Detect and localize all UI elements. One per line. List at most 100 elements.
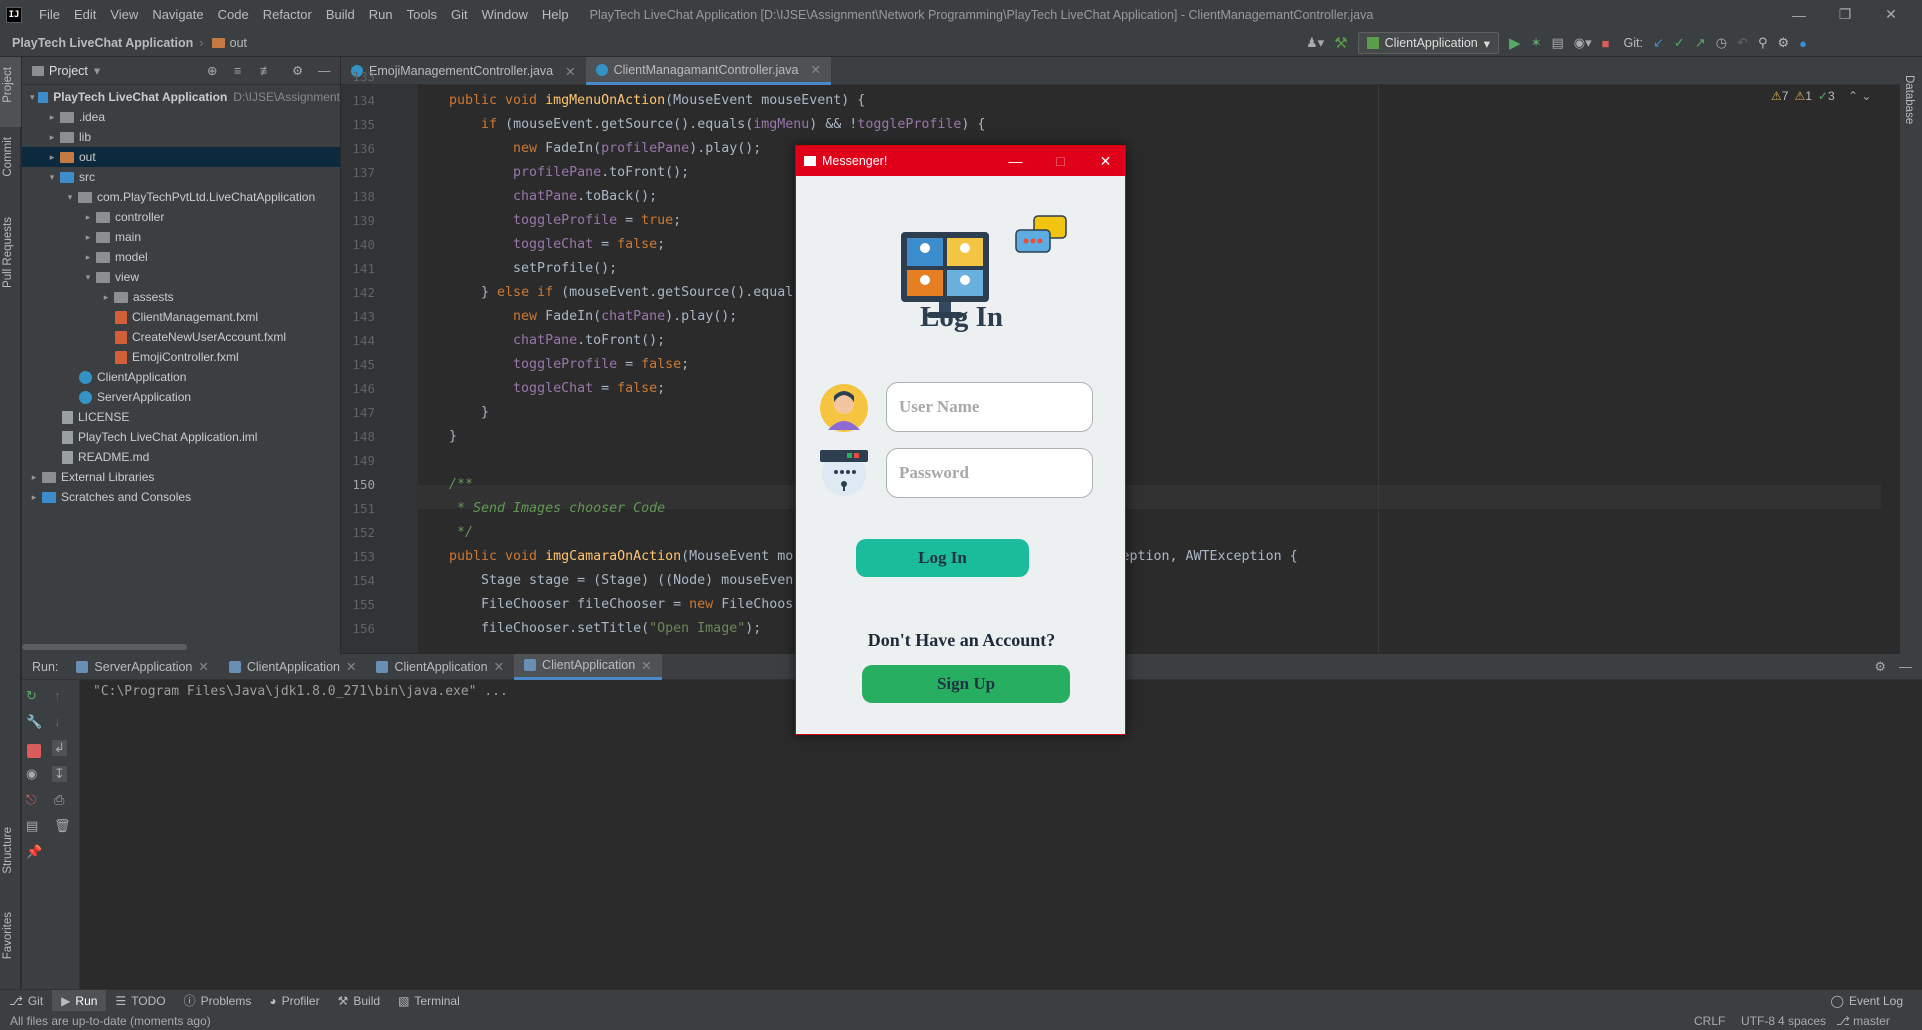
code-line[interactable]: public void imgMenuOnAction(MouseEvent m… (449, 93, 865, 108)
arrow-down-icon[interactable]: ↓ (54, 714, 61, 729)
tree-item[interactable]: ▸ out (22, 147, 340, 167)
tree-item[interactable]: ▸ lib (22, 127, 340, 147)
scroll-to-end-icon[interactable]: ↧ (52, 766, 67, 782)
run-tab[interactable]: ClientApplication ✕ (514, 653, 662, 680)
tree-item[interactable]: ▸ main (22, 227, 340, 247)
problems-tool-button[interactable]: ⓘ Problems (175, 990, 261, 1012)
build-tool-button[interactable]: ⚒ Build (329, 990, 389, 1012)
minimize-icon[interactable]: — (1776, 0, 1822, 29)
tree-item[interactable]: ClientManagemant.fxml (22, 307, 340, 327)
tree-item[interactable]: LICENSE (22, 407, 340, 427)
tree-item[interactable]: CreateNewUserAccount.fxml (22, 327, 340, 347)
code-line[interactable]: } else if (mouseEvent.getSource().equal (449, 285, 793, 300)
menu-run[interactable]: Run (362, 0, 400, 29)
tree-item[interactable]: ▾ PlayTech LiveChat Application D:\IJSE\As… (22, 87, 340, 107)
console-output[interactable]: "C:\Program Files\Java\jdk1.8.0_271\bin\… (93, 684, 508, 699)
code-line[interactable]: chatPane.toBack(); (449, 189, 657, 204)
tree-item[interactable]: ▸ External Libraries (22, 467, 340, 487)
git-commit-icon[interactable]: ✓ (1674, 35, 1685, 51)
database-tool-tab[interactable]: Database (1903, 75, 1915, 124)
run-tab[interactable]: ClientApplication ✕ (366, 654, 514, 680)
code-line[interactable]: */ (449, 525, 473, 540)
breadcrumb-project[interactable]: PlayTech LiveChat Application (0, 36, 193, 50)
menu-git[interactable]: Git (444, 0, 475, 29)
debug-icon[interactable]: ✶ (1531, 35, 1542, 51)
menu-code[interactable]: Code (211, 0, 256, 29)
code-line[interactable]: * Send Images chooser Code (449, 501, 665, 516)
close-tab-icon[interactable]: ✕ (346, 659, 356, 674)
close-tab-icon[interactable]: ✕ (641, 658, 651, 673)
gear-icon[interactable]: ⚙ (1874, 659, 1886, 675)
profiler-tool-button[interactable]: ◕ Profiler (260, 990, 328, 1012)
project-panel-title[interactable]: Project (49, 64, 88, 78)
code-line[interactable]: } (449, 429, 457, 444)
layout-icon[interactable]: ▤ (26, 818, 38, 834)
minimize-icon[interactable]: — (993, 146, 1038, 176)
arrow-up-icon[interactable]: ↑ (54, 688, 61, 703)
exit-icon[interactable]: ⎋ (26, 792, 36, 808)
code-line[interactable]: toggleChat = false; (449, 237, 665, 252)
trash-icon[interactable]: 🗑 (54, 818, 71, 834)
terminal-tool-button[interactable]: ▧ Terminal (389, 990, 469, 1012)
code-line[interactable]: toggleProfile = true; (449, 213, 681, 228)
menu-window[interactable]: Window (475, 0, 535, 29)
stop-icon[interactable]: ■ (1602, 36, 1610, 51)
chevron-down-icon[interactable]: ▾ (94, 63, 100, 78)
chevron-down-icon[interactable]: ▾ (82, 272, 94, 283)
line-separator[interactable]: CRLF (1694, 1014, 1725, 1028)
menu-help[interactable]: Help (535, 0, 576, 29)
commit-tool-tab[interactable]: Commit (2, 137, 14, 177)
run-configuration-select[interactable]: ClientApplication ▾ (1357, 32, 1500, 54)
chevron-right-icon[interactable]: ▸ (46, 132, 58, 143)
run-tool-button[interactable]: ▶ Run (52, 989, 107, 1012)
code-line[interactable]: fileChooser.setTitle("Open Image"); (449, 621, 761, 636)
tree-item[interactable]: ServerApplication (22, 387, 340, 407)
menu-navigate[interactable]: Navigate (145, 0, 210, 29)
chevron-right-icon[interactable]: ▸ (82, 252, 94, 263)
code-line[interactable]: chatPane.toFront(); (449, 333, 665, 348)
git-update-icon[interactable]: ↙ (1653, 35, 1664, 51)
menu-build[interactable]: Build (319, 0, 362, 29)
horizontal-scrollbar[interactable] (22, 644, 187, 650)
pull-requests-tool-tab[interactable]: Pull Requests (2, 217, 14, 288)
print-icon[interactable]: ⎙ (54, 792, 64, 808)
user-icon[interactable]: ♟▾ (1306, 35, 1324, 51)
chevron-right-icon[interactable]: ▸ (28, 472, 40, 483)
settings-gear-icon[interactable]: ⚙ (1777, 35, 1789, 51)
password-field[interactable]: Password (886, 448, 1093, 498)
hide-panel-icon[interactable]: — (1899, 659, 1912, 674)
tree-item[interactable]: ▸ controller (22, 207, 340, 227)
tree-item[interactable]: ▾ view (22, 267, 340, 287)
signup-button[interactable]: Sign Up (862, 665, 1070, 703)
chevron-right-icon[interactable]: ▸ (28, 492, 40, 503)
rollback-icon[interactable]: ↶ (1737, 35, 1748, 51)
tree-item[interactable]: ▾ com.PlayTechPvtLtd.LiveChatApplication (22, 187, 340, 207)
close-tab-icon[interactable]: ✕ (565, 64, 575, 79)
tree-item[interactable]: ▸ model (22, 247, 340, 267)
chevron-down-icon[interactable]: ▾ (46, 172, 58, 183)
todo-tool-button[interactable]: ☰ TODO (106, 990, 174, 1012)
code-line[interactable]: new FadeIn(chatPane).play(); (449, 309, 737, 324)
breadcrumb-folder[interactable]: out (230, 36, 247, 50)
chevron-down-icon[interactable]: ▾ (28, 92, 36, 103)
code-line[interactable]: setProfile(); (449, 261, 617, 276)
gear-icon[interactable]: ⚙ (292, 63, 303, 78)
expand-all-icon[interactable]: ≡ (234, 64, 241, 78)
code-line[interactable]: profilePane.toFront(); (449, 165, 689, 180)
chevron-right-icon[interactable]: ▸ (100, 292, 112, 303)
search-icon[interactable]: ⚲ (1758, 35, 1768, 51)
history-icon[interactable]: ◷ (1716, 35, 1727, 51)
camera-icon[interactable]: ◉ (26, 766, 37, 782)
chevron-right-icon[interactable]: ▸ (46, 152, 58, 163)
inspection-widget[interactable]: ⚠7 ⚠1 ✓3 ⌃ ⌄ (1771, 89, 1871, 103)
structure-tool-tab[interactable]: Structure (2, 827, 14, 874)
git-branch[interactable]: ⎇ master (1836, 1014, 1890, 1028)
username-field[interactable]: User Name (886, 382, 1093, 432)
run-tab[interactable]: ClientApplication ✕ (219, 654, 367, 680)
wrench-icon[interactable]: 🔧 (26, 714, 42, 730)
soft-wrap-icon[interactable]: ↲ (52, 740, 67, 756)
favorites-tool-tab[interactable]: Favorites (2, 912, 14, 959)
chevron-right-icon[interactable]: ▸ (46, 112, 58, 123)
git-tool-button[interactable]: ⎇ Git (0, 990, 52, 1012)
tree-item[interactable]: ▾ src (22, 167, 340, 187)
